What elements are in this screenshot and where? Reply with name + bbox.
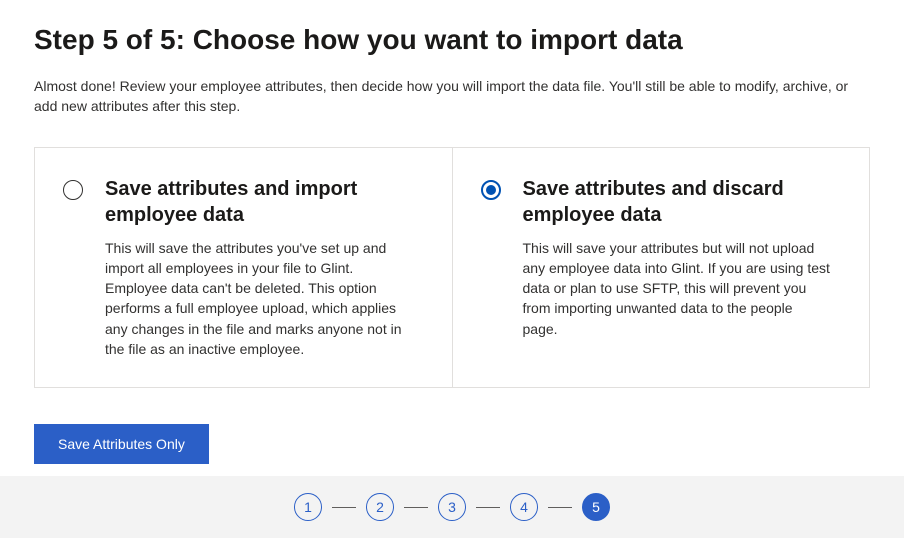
radio-selected-icon: [481, 180, 501, 200]
option-discard-employee-data[interactable]: Save attributes and discard employee dat…: [452, 148, 870, 388]
import-options: Save attributes and import employee data…: [34, 147, 870, 389]
page-title: Step 5 of 5: Choose how you want to impo…: [34, 24, 870, 56]
option-import-body: Save attributes and import employee data…: [105, 176, 414, 360]
wizard-stepper: 1 2 3 4 5: [0, 476, 904, 538]
step-1[interactable]: 1: [294, 493, 322, 521]
step-connector: [476, 507, 500, 508]
option-discard-body: Save attributes and discard employee dat…: [523, 176, 832, 339]
step-connector: [548, 507, 572, 508]
step-connector: [404, 507, 428, 508]
option-import-employee-data[interactable]: Save attributes and import employee data…: [35, 148, 452, 388]
option-import-description: This will save the attributes you've set…: [105, 238, 414, 360]
option-import-title: Save attributes and import employee data: [105, 176, 414, 228]
step-3[interactable]: 3: [438, 493, 466, 521]
step-2[interactable]: 2: [366, 493, 394, 521]
actions-row: Save Attributes Only: [34, 424, 870, 464]
save-attributes-button[interactable]: Save Attributes Only: [34, 424, 209, 464]
option-discard-title: Save attributes and discard employee dat…: [523, 176, 832, 228]
option-discard-description: This will save your attributes but will …: [523, 238, 832, 339]
step-connector: [332, 507, 356, 508]
radio-unselected-icon: [63, 180, 83, 200]
step-5[interactable]: 5: [582, 493, 610, 521]
radio-selected-dot-icon: [486, 185, 496, 195]
wizard-content: Step 5 of 5: Choose how you want to impo…: [0, 0, 904, 464]
step-4[interactable]: 4: [510, 493, 538, 521]
page-description: Almost done! Review your employee attrib…: [34, 76, 870, 117]
